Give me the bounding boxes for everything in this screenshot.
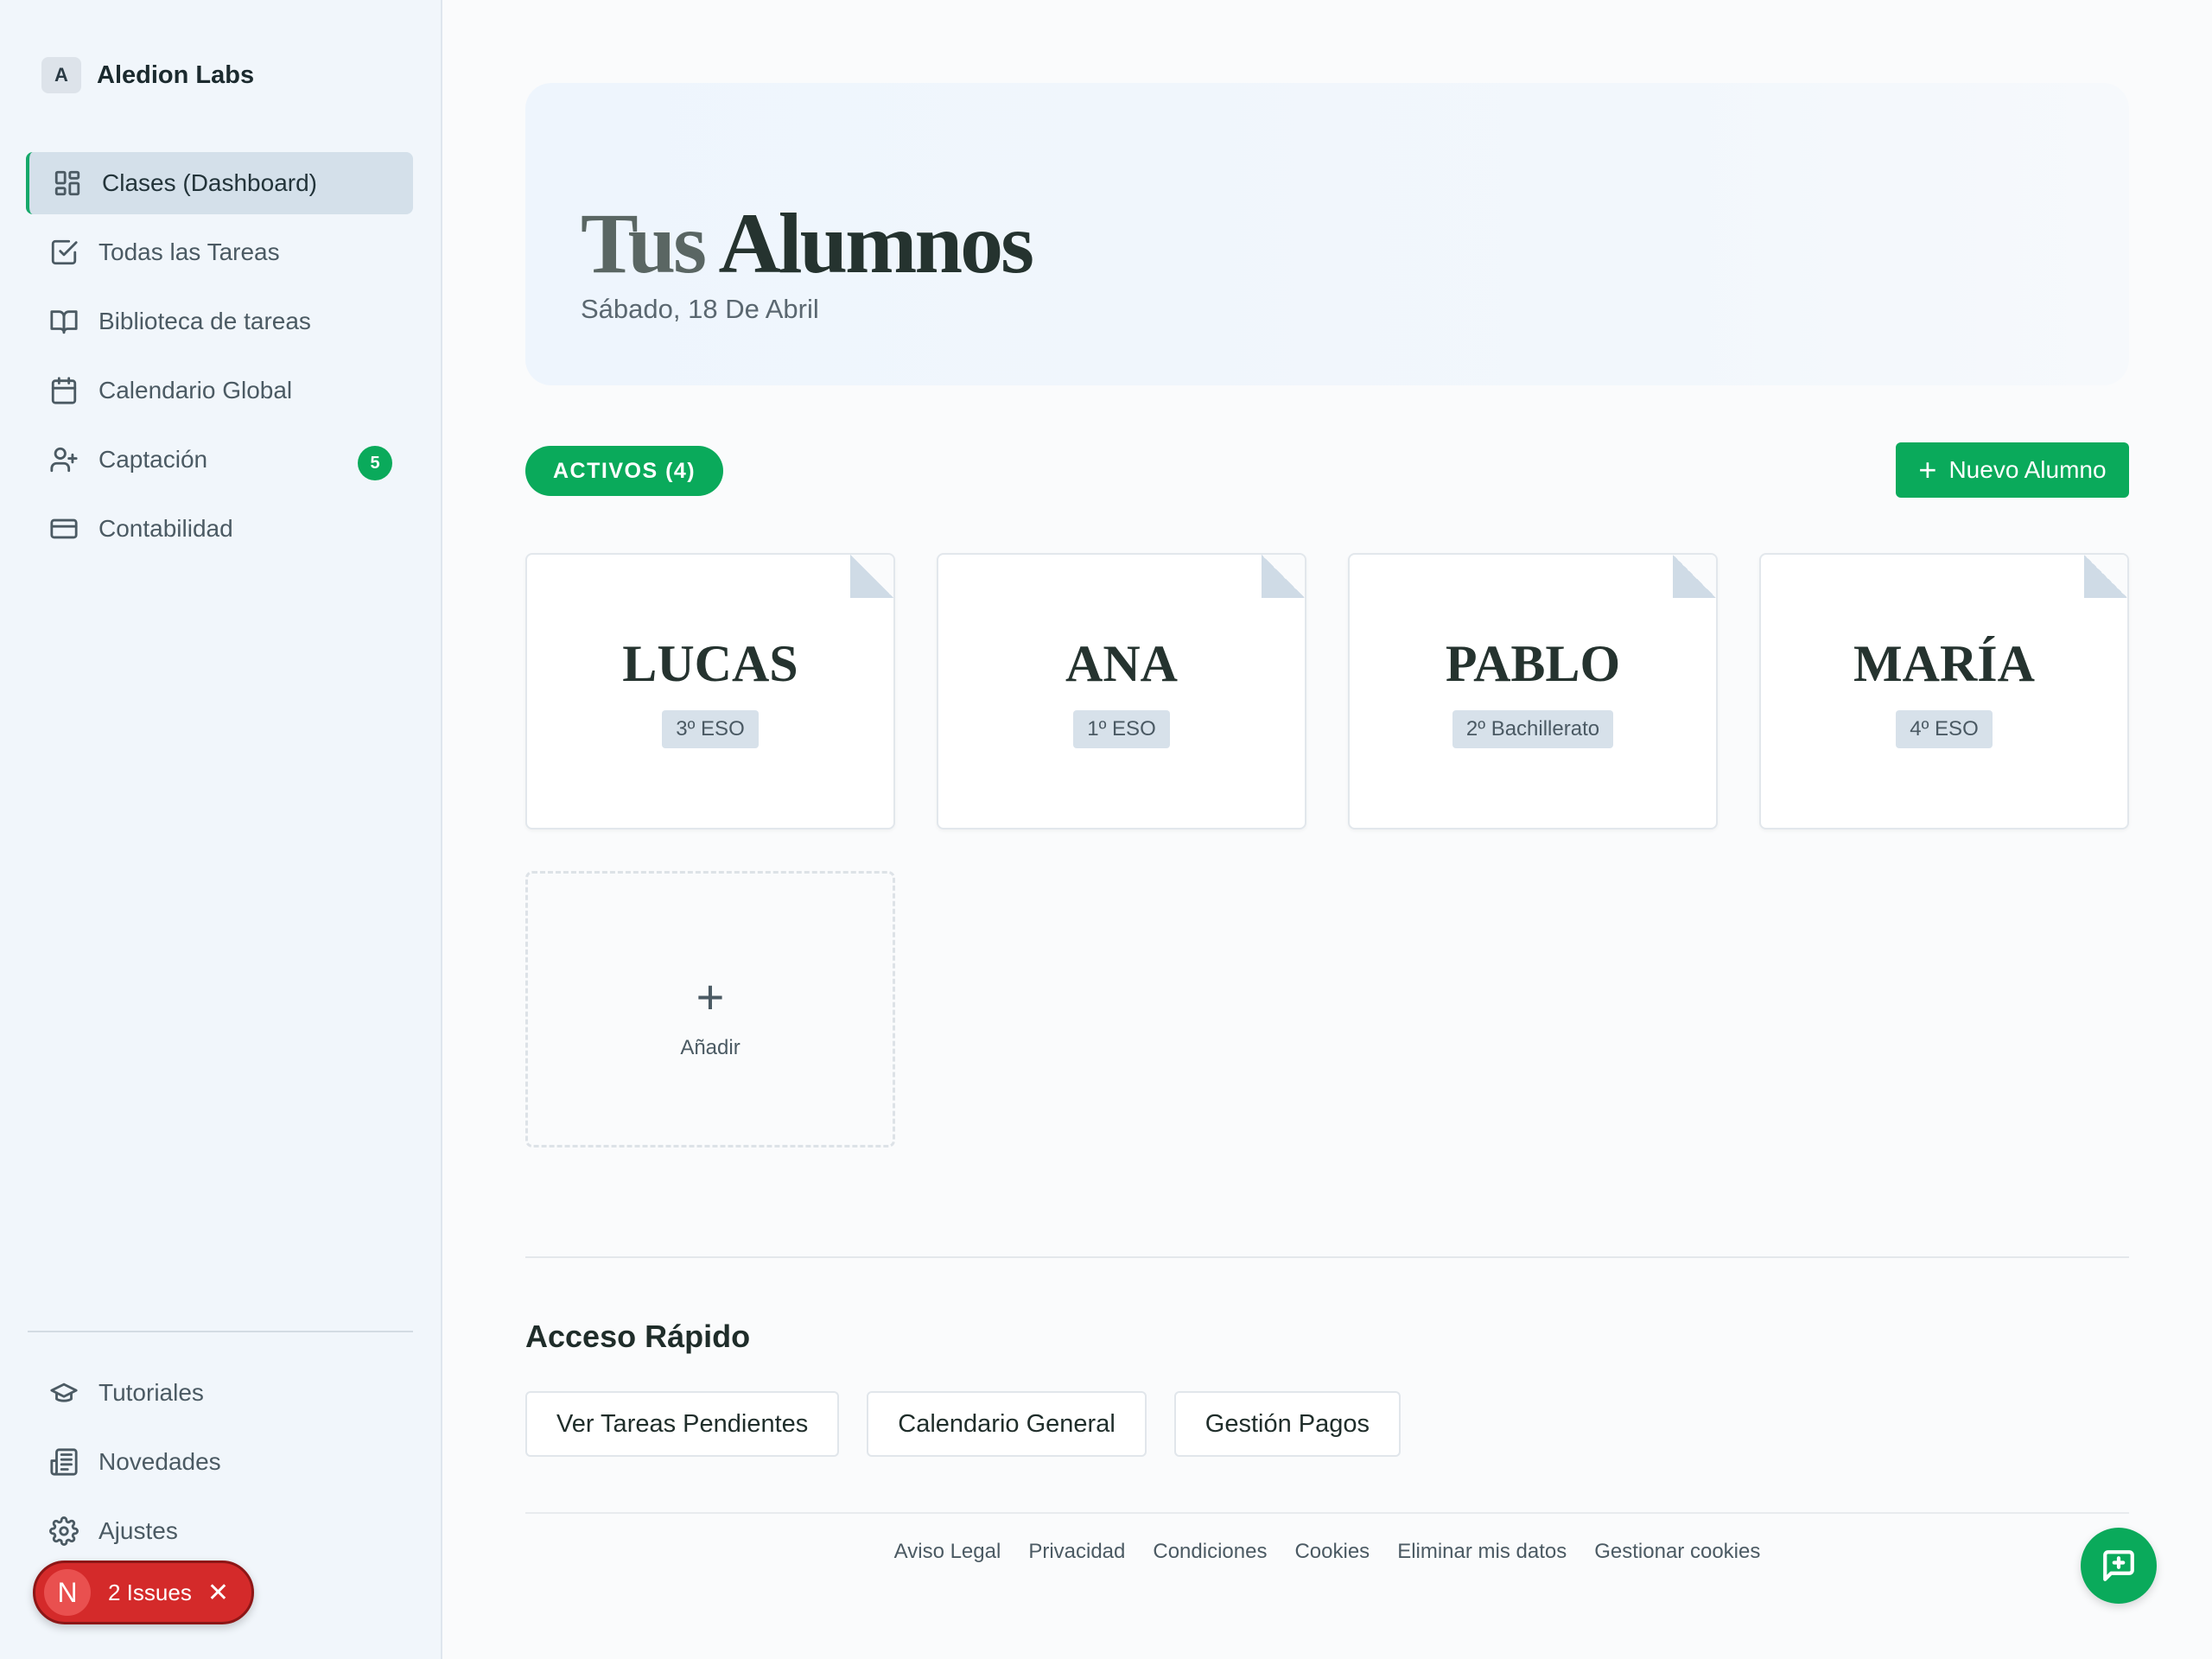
footer-divider — [525, 1512, 2129, 1514]
sidebar-item-biblioteca[interactable]: Biblioteca de tareas — [26, 290, 413, 353]
student-name: LUCAS — [622, 635, 798, 692]
student-card[interactable]: MARÍA 4º ESO — [1759, 553, 2129, 830]
check-square-icon — [48, 237, 79, 268]
book-open-icon — [48, 306, 79, 337]
sidebar: A Aledion Labs Clases (Dashboard) Todas … — [0, 0, 442, 1659]
payments-button[interactable]: Gestión Pagos — [1173, 1391, 1401, 1457]
sidebar-item-label: Contabilidad — [99, 515, 233, 542]
card-corner-fold — [2084, 555, 2127, 598]
issues-logo: N — [44, 1569, 91, 1616]
sidebar-nav: Clases (Dashboard) Todas las Tareas Bibl… — [26, 152, 413, 567]
student-card[interactable]: ANA 1º ESO — [937, 553, 1306, 830]
dashboard-icon — [52, 168, 83, 199]
sidebar-item-label: Clases (Dashboard) — [102, 169, 317, 196]
current-date: Sábado, 18 De Abril — [581, 294, 819, 324]
user-plus-icon — [48, 444, 79, 475]
add-student-label: Añadir — [680, 1036, 741, 1059]
sidebar-item-label: Calendario Global — [99, 377, 293, 404]
student-name: MARÍA — [1853, 635, 2035, 692]
plus-icon: + — [696, 969, 725, 1024]
student-level-badge: 3º ESO — [662, 710, 759, 748]
footer-link-gestionar-cookies[interactable]: Gestionar cookies — [1594, 1540, 1760, 1564]
general-calendar-button[interactable]: Calendario General — [867, 1391, 1147, 1457]
student-card[interactable]: LUCAS 3º ESO — [525, 553, 895, 830]
hero-banner: Tus Alumnos Sábado, 18 De Abril — [525, 83, 2129, 385]
add-student-card[interactable]: + Añadir — [525, 871, 895, 1147]
sidebar-item-novedades[interactable]: Novedades — [26, 1431, 413, 1493]
sidebar-item-label: Biblioteca de tareas — [99, 308, 311, 334]
student-name: PABLO — [1445, 635, 1621, 692]
issues-label: 2 Issues — [108, 1579, 192, 1605]
notification-badge: 5 — [358, 446, 392, 480]
calendar-icon — [48, 375, 79, 406]
issues-indicator[interactable]: N 2 Issues ✕ — [33, 1560, 254, 1624]
tab-activos[interactable]: ACTIVOS (4) — [525, 446, 724, 496]
quick-access-title: Acceso Rápido — [525, 1319, 751, 1354]
page-title-light: Tus — [581, 195, 707, 291]
footer-link-privacidad[interactable]: Privacidad — [1028, 1540, 1125, 1564]
sidebar-item-label: Captación — [99, 446, 208, 473]
sidebar-item-tutoriales[interactable]: Tutoriales — [26, 1362, 413, 1424]
footer-link-condiciones[interactable]: Condiciones — [1153, 1540, 1267, 1564]
close-icon[interactable]: ✕ — [207, 1578, 229, 1608]
sidebar-item-tareas[interactable]: Todas las Tareas — [26, 221, 413, 283]
student-card[interactable]: PABLO 2º Bachillerato — [1348, 553, 1718, 830]
sidebar-item-contabilidad[interactable]: Contabilidad — [26, 498, 413, 560]
sidebar-item-ajustes[interactable]: Ajustes — [26, 1500, 413, 1562]
page-title-bold: Alumnos — [718, 195, 1034, 291]
footer-link-aviso-legal[interactable]: Aviso Legal — [894, 1540, 1001, 1564]
footer-link-cookies[interactable]: Cookies — [1294, 1540, 1370, 1564]
section-divider — [525, 1256, 2129, 1258]
page-title: Tus Alumnos — [581, 194, 1034, 293]
quick-access-buttons: Ver Tareas Pendientes Calendario General… — [525, 1391, 1428, 1457]
credit-card-icon — [48, 513, 79, 544]
footer: Aviso Legal Privacidad Condiciones Cooki… — [442, 1540, 2212, 1564]
message-plus-icon — [2103, 1550, 2134, 1581]
sidebar-item-clases[interactable]: Clases (Dashboard) — [26, 152, 413, 214]
student-level-badge: 1º ESO — [1073, 710, 1170, 748]
plus-icon: + — [1918, 452, 1937, 487]
chat-button[interactable] — [2081, 1528, 2157, 1604]
footer-link-eliminar-datos[interactable]: Eliminar mis datos — [1397, 1540, 1567, 1564]
sidebar-divider — [28, 1331, 413, 1332]
student-level-badge: 4º ESO — [1896, 710, 1993, 748]
sidebar-item-label: Ajustes — [99, 1517, 178, 1544]
new-student-label: Nuevo Alumno — [1948, 456, 2107, 483]
brand-name: Aledion Labs — [97, 60, 255, 89]
sidebar-item-label: Tutoriales — [99, 1379, 204, 1406]
sidebar-item-label: Novedades — [99, 1448, 221, 1475]
gear-icon — [48, 1516, 79, 1547]
student-name: ANA — [1065, 635, 1178, 692]
graduation-cap-icon — [48, 1377, 79, 1408]
brand-logo: A — [41, 57, 81, 93]
pending-tasks-button[interactable]: Ver Tareas Pendientes — [525, 1391, 840, 1457]
sidebar-bottom-nav: Tutoriales Novedades Ajustes — [26, 1362, 413, 1569]
student-level-badge: 2º Bachillerato — [1452, 710, 1614, 748]
card-corner-fold — [850, 555, 893, 598]
new-student-button[interactable]: + Nuevo Alumno — [1896, 442, 2129, 498]
card-corner-fold — [1262, 555, 1305, 598]
newspaper-icon — [48, 1446, 79, 1478]
sidebar-item-label: Todas las Tareas — [99, 238, 280, 265]
card-corner-fold — [1673, 555, 1716, 598]
brand[interactable]: A Aledion Labs — [41, 57, 254, 93]
sidebar-item-captacion[interactable]: Captación 5 — [26, 429, 413, 491]
sidebar-item-calendario[interactable]: Calendario Global — [26, 359, 413, 422]
